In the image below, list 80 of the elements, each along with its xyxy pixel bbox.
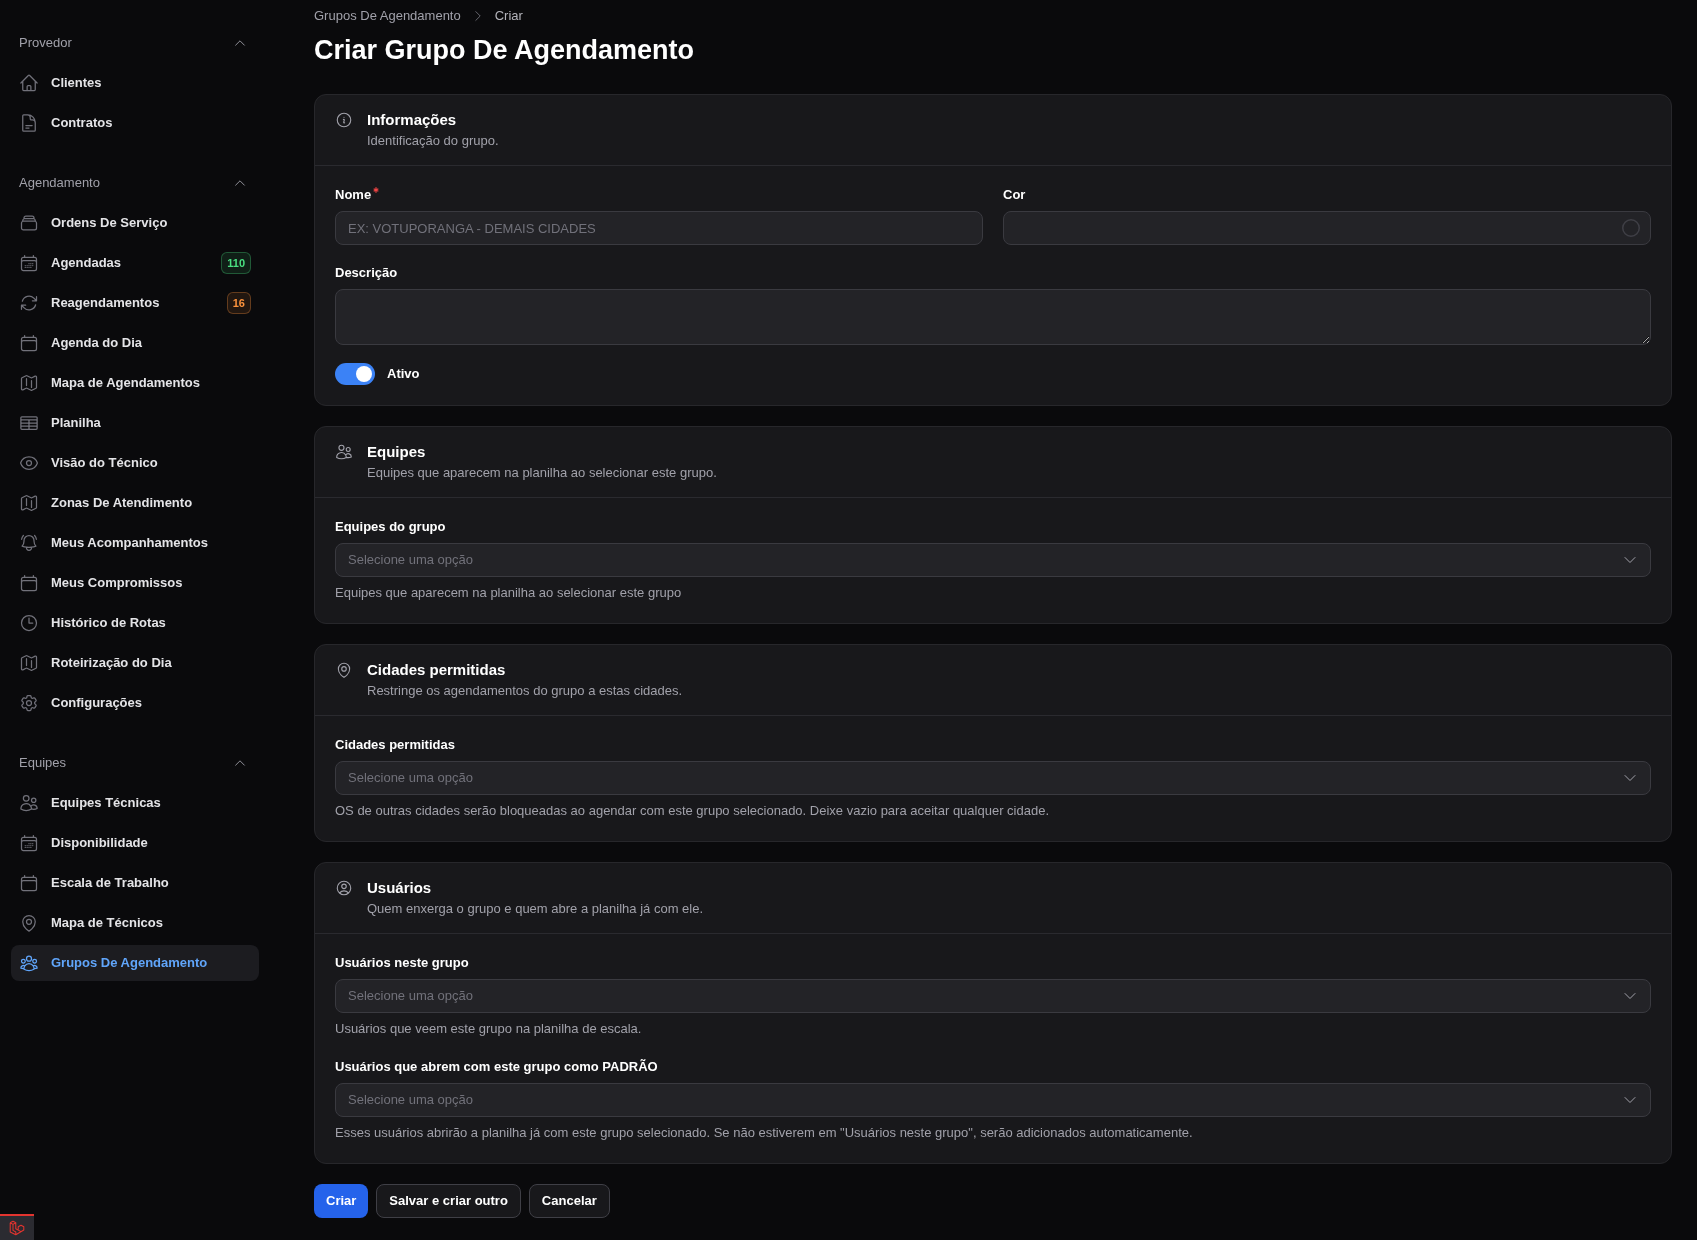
section-title: Usuários (367, 878, 433, 898)
users-icon (19, 793, 39, 813)
section-title: Equipes (367, 442, 427, 462)
section-title: Cidades permitidas (367, 660, 507, 680)
help-text: OS de outras cidades serão bloqueadas ao agendar com este grupo selecionado. Deixe vazio para aceitar qualquer cidade. (335, 802, 1051, 820)
color-swatch-icon (1622, 219, 1640, 237)
calendar-icon (19, 873, 39, 893)
field-label: Cor (1003, 186, 1026, 204)
stack-icon (19, 213, 39, 233)
section-subtitle: Identificação do grupo. (367, 132, 499, 150)
bell-icon (19, 533, 39, 553)
sidebar-item[interactable]: Reagendamentos 16 (11, 285, 259, 321)
cube-logo-icon (9, 1220, 25, 1236)
breadcrumb-link[interactable]: Criar (494, 6, 523, 26)
sidebar-item[interactable]: Grupos De Agendamento (11, 945, 259, 981)
calendar-icon (19, 573, 39, 593)
sidebar-item[interactable]: Ordens De Serviço (11, 205, 259, 241)
breadcrumb-link[interactable]: Grupos De Agendamento (314, 6, 461, 26)
sidebar-item[interactable]: Zonas De Atendimento (11, 485, 259, 521)
eye-icon (19, 453, 39, 473)
count-badge: 110 (221, 252, 251, 274)
sidebar-item[interactable]: Meus Acompanhamentos (11, 525, 259, 561)
sidebar-group-header[interactable]: Equipes (11, 745, 259, 781)
sidebar-item[interactable]: Mapa de Agendamentos (11, 365, 259, 401)
document-icon (19, 113, 39, 133)
help-text: Usuários que veem este grupo na planilha de escala. (335, 1020, 643, 1038)
house-icon (19, 73, 39, 93)
map-icon (19, 653, 39, 673)
sidebar-item[interactable]: Planilha (11, 405, 259, 441)
map-pin-icon (335, 661, 353, 679)
table-icon (19, 413, 39, 433)
section-subtitle: Equipes que aparecem na planilha ao selecionar este grupo. (367, 464, 717, 482)
sidebar-item[interactable]: Agenda do Dia (11, 325, 259, 361)
users-icon (335, 443, 353, 461)
page-title: Criar Grupo De Agendamento (314, 34, 696, 67)
info-icon (335, 111, 353, 129)
section-title: Informações (367, 110, 458, 130)
map-pin-icon (19, 913, 39, 933)
sidebar-item[interactable]: Contratos (11, 105, 259, 141)
sidebar-item[interactable]: Escala de Trabalho (11, 865, 259, 901)
help-text: Esses usuários abrirão a planilha já com este grupo selecionado. Se não estiverem em "Usuários neste grupo", serão adicionados automaticamente. (335, 1124, 1194, 1142)
field-label: Nome (335, 186, 372, 204)
section-subtitle: Restringe os agendamentos do grupo a estas cidades. (367, 682, 683, 700)
sidebar-item[interactable]: Disponibilidade (11, 825, 259, 861)
sidebar-item[interactable]: Histórico de Rotas (11, 605, 259, 641)
calendar-icon (19, 333, 39, 353)
sidebar-item[interactable]: Mapa de Técnicos (11, 905, 259, 941)
sidebar-item[interactable]: Roteirização do Dia (11, 645, 259, 681)
calendar-icon (19, 253, 39, 273)
create-button[interactable]: Criar (314, 1184, 369, 1218)
cancel-button[interactable]: Cancelar (528, 1184, 610, 1218)
sidebar-item[interactable]: Agendadas 110 (11, 245, 259, 281)
field-label: Equipes do grupo (335, 518, 446, 536)
toggle-label: Ativo (387, 365, 420, 384)
field-label: Cidades permitidas (335, 736, 455, 754)
help-text: Equipes que aparecem na planilha ao selecionar este grupo (335, 584, 683, 602)
sidebar-item[interactable]: Configurações (11, 685, 259, 721)
user-group-icon (19, 953, 39, 973)
sidebar-item[interactable]: Visão do Técnico (11, 445, 259, 481)
gear-icon (19, 693, 39, 713)
sidebar-item[interactable]: Clientes (11, 65, 259, 101)
debug-toolbar-tab[interactable] (0, 1214, 34, 1240)
arrows-cycle-icon (19, 293, 39, 313)
sidebar-group-header[interactable]: Agendamento (11, 165, 259, 201)
field-label: Descrição (335, 264, 398, 282)
calendar-icon (19, 833, 39, 853)
field-label: Usuários neste grupo (335, 954, 469, 972)
map-icon (19, 493, 39, 513)
count-badge: 16 (226, 292, 251, 314)
color-field[interactable] (1003, 211, 1651, 245)
sidebar-item[interactable]: Equipes Técnicas (11, 785, 259, 821)
field-label: Usuários que abrem com este grupo como PADRÃO (335, 1058, 658, 1076)
save-and-new-button[interactable]: Salvar e criar outro (376, 1184, 521, 1218)
sidebar-group-header[interactable]: Provedor (11, 25, 259, 61)
toggle-switch[interactable] (335, 363, 375, 385)
text-input[interactable]: EX: VOTUPORANGA - DEMAIS CIDADES (335, 211, 983, 245)
section-subtitle: Quem enxerga o grupo e quem abre a planilha já com ele. (367, 900, 704, 918)
map-icon (19, 373, 39, 393)
clock-icon (19, 613, 39, 633)
sidebar-item[interactable]: Meus Compromissos (11, 565, 259, 601)
